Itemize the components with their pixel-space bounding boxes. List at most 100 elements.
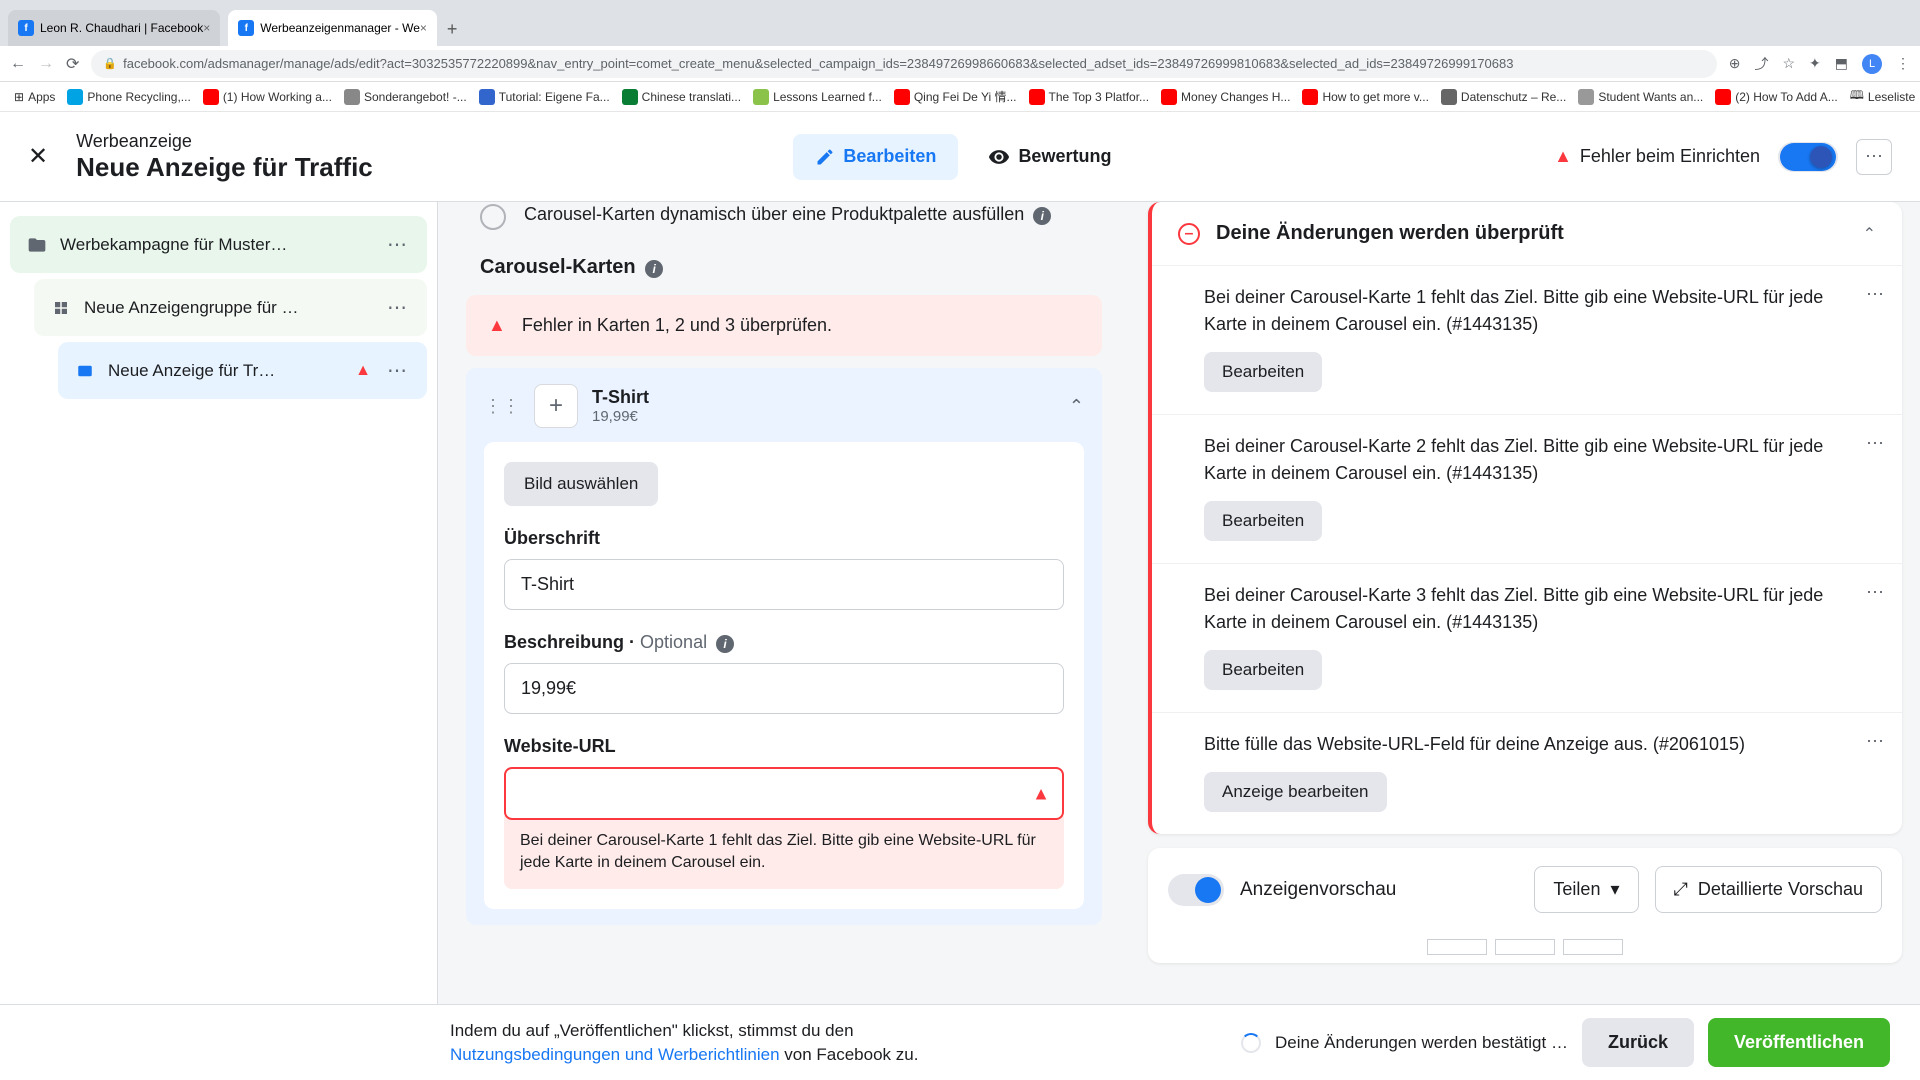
more-icon[interactable]: ⋯ — [1866, 284, 1884, 305]
carousel-card-1: ⋮⋮ + T-Shirt 19,99€ ⌃ Bild auswählen Übe… — [466, 368, 1102, 925]
bookmark-item[interactable]: Qing Fei De Yi 情... — [890, 88, 1021, 105]
expand-icon: ⤢ — [1674, 879, 1688, 900]
share-button[interactable]: Teilen ▾ — [1534, 866, 1638, 913]
header-right: ▲ Fehler beim Einrichten ⋯ — [1554, 139, 1892, 175]
website-url-input[interactable] — [504, 767, 1064, 820]
more-icon[interactable]: ⋯ — [1866, 582, 1884, 603]
forward-icon[interactable]: → — [38, 55, 54, 73]
url-text: facebook.com/adsmanager/manage/ads/edit?… — [123, 56, 1513, 71]
setup-error-status: ▲ Fehler beim Einrichten — [1554, 146, 1760, 167]
reload-icon[interactable]: ⟳ — [66, 54, 79, 74]
bookmark-item[interactable]: Sonderangebot! -... — [340, 89, 471, 105]
toolbar-actions: ⊕ ⤴ ☆ ✦ ⬒ L ⋮ — [1729, 54, 1910, 74]
bookmark-item[interactable]: Chinese translati... — [618, 89, 745, 105]
tree-campaign[interactable]: Werbekampagne für Muster… ⋯ — [10, 216, 427, 273]
review-tab[interactable]: Bewertung — [966, 134, 1133, 180]
eye-icon — [988, 146, 1010, 168]
close-button[interactable]: ✕ — [28, 142, 48, 171]
info-icon[interactable]: i — [645, 260, 663, 278]
more-icon[interactable]: ⋯ — [383, 232, 411, 257]
more-icon[interactable]: ⋯ — [1866, 731, 1884, 752]
tree-adset[interactable]: Neue Anzeigengruppe für … ⋯ — [34, 279, 427, 336]
url-bar[interactable]: 🔒 facebook.com/adsmanager/manage/ads/edi… — [91, 50, 1716, 78]
reading-list[interactable]: 🕮 Leseliste — [1846, 86, 1920, 107]
browser-tab-active[interactable]: f Werbeanzeigenmanager - We × — [228, 10, 437, 46]
select-image-button[interactable]: Bild auswählen — [504, 462, 658, 506]
bookmark-item[interactable]: (2) How To Add A... — [1711, 89, 1842, 105]
menu-icon[interactable]: ⋮ — [1896, 55, 1910, 72]
review-header[interactable]: – Deine Änderungen werden überprüft ⌃ — [1152, 202, 1902, 265]
grid-icon — [50, 297, 72, 319]
bookmark-item[interactable]: Phone Recycling,... — [63, 89, 194, 105]
description-label: Beschreibung · Optional i — [504, 632, 1064, 653]
bookmark-item[interactable]: Tutorial: Eigene Fa... — [475, 89, 614, 105]
star-icon[interactable]: ☆ — [1782, 55, 1795, 72]
new-tab-button[interactable]: + — [437, 13, 468, 46]
browser-toolbar: ← → ⟳ 🔒 facebook.com/adsmanager/manage/a… — [0, 46, 1920, 82]
main-content: Werbekampagne für Muster… ⋯ Neue Anzeige… — [0, 202, 1920, 1004]
tab-title: Leon R. Chaudhari | Facebook — [40, 21, 203, 35]
more-icon[interactable]: ⋯ — [383, 358, 411, 383]
review-item: Bei deiner Carousel-Karte 1 fehlt das Zi… — [1152, 265, 1902, 414]
edit-button[interactable]: Bearbeiten — [1204, 650, 1322, 690]
spinner-icon — [1241, 1033, 1261, 1053]
preview-panel: Anzeigenvorschau Teilen ▾ ⤢ Detaillierte… — [1148, 848, 1902, 963]
radio-unchecked[interactable] — [480, 204, 506, 230]
share-icon[interactable]: ⤴ — [1754, 54, 1768, 74]
footer-bar: Indem du auf „Veröffentlichen" klickst, … — [0, 1004, 1920, 1080]
terms-link[interactable]: Nutzungsbedingungen und Werberichtlinien — [450, 1045, 780, 1064]
chevron-up-icon[interactable]: ⌃ — [1863, 224, 1876, 244]
card-title-block: T-Shirt 19,99€ — [592, 387, 649, 425]
extension-icon[interactable]: ⬒ — [1835, 55, 1848, 72]
edit-ad-button[interactable]: Anzeige bearbeiten — [1204, 772, 1387, 812]
close-icon[interactable]: × — [203, 21, 210, 35]
detailed-preview-button[interactable]: ⤢ Detaillierte Vorschau — [1655, 866, 1883, 913]
header-title-block: Werbeanzeige Neue Anzeige für Traffic — [76, 131, 373, 183]
description-input[interactable] — [504, 663, 1064, 714]
edit-button[interactable]: Bearbeiten — [1204, 352, 1322, 392]
back-icon[interactable]: ← — [10, 55, 26, 73]
error-circle-icon: – — [1178, 223, 1200, 245]
preview-toggle[interactable] — [1168, 874, 1224, 906]
bookmark-item[interactable]: Money Changes H... — [1157, 89, 1294, 105]
bookmark-item[interactable]: The Top 3 Platfor... — [1025, 89, 1154, 105]
extension-icon[interactable]: ✦ — [1809, 55, 1821, 72]
bookmark-item[interactable]: (1) How Working a... — [199, 89, 336, 105]
publish-button[interactable]: Veröffentlichen — [1708, 1018, 1890, 1067]
search-icon[interactable]: ⊕ — [1729, 55, 1741, 72]
apps-button[interactable]: ⊞ Apps — [10, 90, 59, 104]
browser-tab[interactable]: f Leon R. Chaudhari | Facebook × — [8, 10, 220, 46]
close-icon[interactable]: × — [420, 21, 427, 35]
drag-handle-icon[interactable]: ⋮⋮ — [484, 396, 520, 417]
right-column: – Deine Änderungen werden überprüft ⌃ Be… — [1130, 202, 1920, 1004]
bookmark-item[interactable]: Student Wants an... — [1574, 89, 1707, 105]
chevron-up-icon[interactable]: ⌃ — [1069, 396, 1084, 417]
more-icon[interactable]: ⋯ — [383, 295, 411, 320]
dynamic-fill-option[interactable]: Carousel-Karten dynamisch über eine Prod… — [462, 202, 1106, 248]
avatar-icon[interactable]: L — [1862, 54, 1882, 74]
app-header: ✕ Werbeanzeige Neue Anzeige für Traffic … — [0, 112, 1920, 202]
card-header[interactable]: ⋮⋮ + T-Shirt 19,99€ ⌃ — [484, 384, 1084, 428]
bookmark-item[interactable]: Lessons Learned f... — [749, 89, 886, 105]
url-error-message: Bei deiner Carousel-Karte 1 fehlt das Zi… — [504, 816, 1064, 889]
chevron-down-icon: ▾ — [1610, 879, 1619, 900]
tab-title: Werbeanzeigenmanager - We — [260, 21, 420, 35]
add-media-button[interactable]: + — [534, 384, 578, 428]
edit-button[interactable]: Bearbeiten — [1204, 501, 1322, 541]
tree-ad[interactable]: Neue Anzeige für Tr… ▲ ⋯ — [58, 342, 427, 399]
headline-input[interactable] — [504, 559, 1064, 610]
bookmark-item[interactable]: Datenschutz – Re... — [1437, 89, 1570, 105]
info-icon[interactable]: i — [716, 635, 734, 653]
facebook-icon: f — [238, 20, 254, 36]
more-options-button[interactable]: ⋯ — [1856, 139, 1892, 175]
section-carousel-cards: Carousel-Karten i — [462, 248, 1106, 295]
info-icon[interactable]: i — [1033, 207, 1051, 225]
status-toggle[interactable] — [1778, 142, 1838, 172]
bookmark-item[interactable]: How to get more v... — [1298, 89, 1432, 105]
more-icon[interactable]: ⋯ — [1866, 433, 1884, 454]
edit-tab[interactable]: Bearbeiten — [793, 134, 958, 180]
back-button[interactable]: Zurück — [1582, 1018, 1694, 1067]
preview-placeholder — [1168, 939, 1882, 955]
url-label: Website-URL — [504, 736, 1064, 757]
preview-header: Anzeigenvorschau Teilen ▾ ⤢ Detaillierte… — [1148, 848, 1902, 931]
